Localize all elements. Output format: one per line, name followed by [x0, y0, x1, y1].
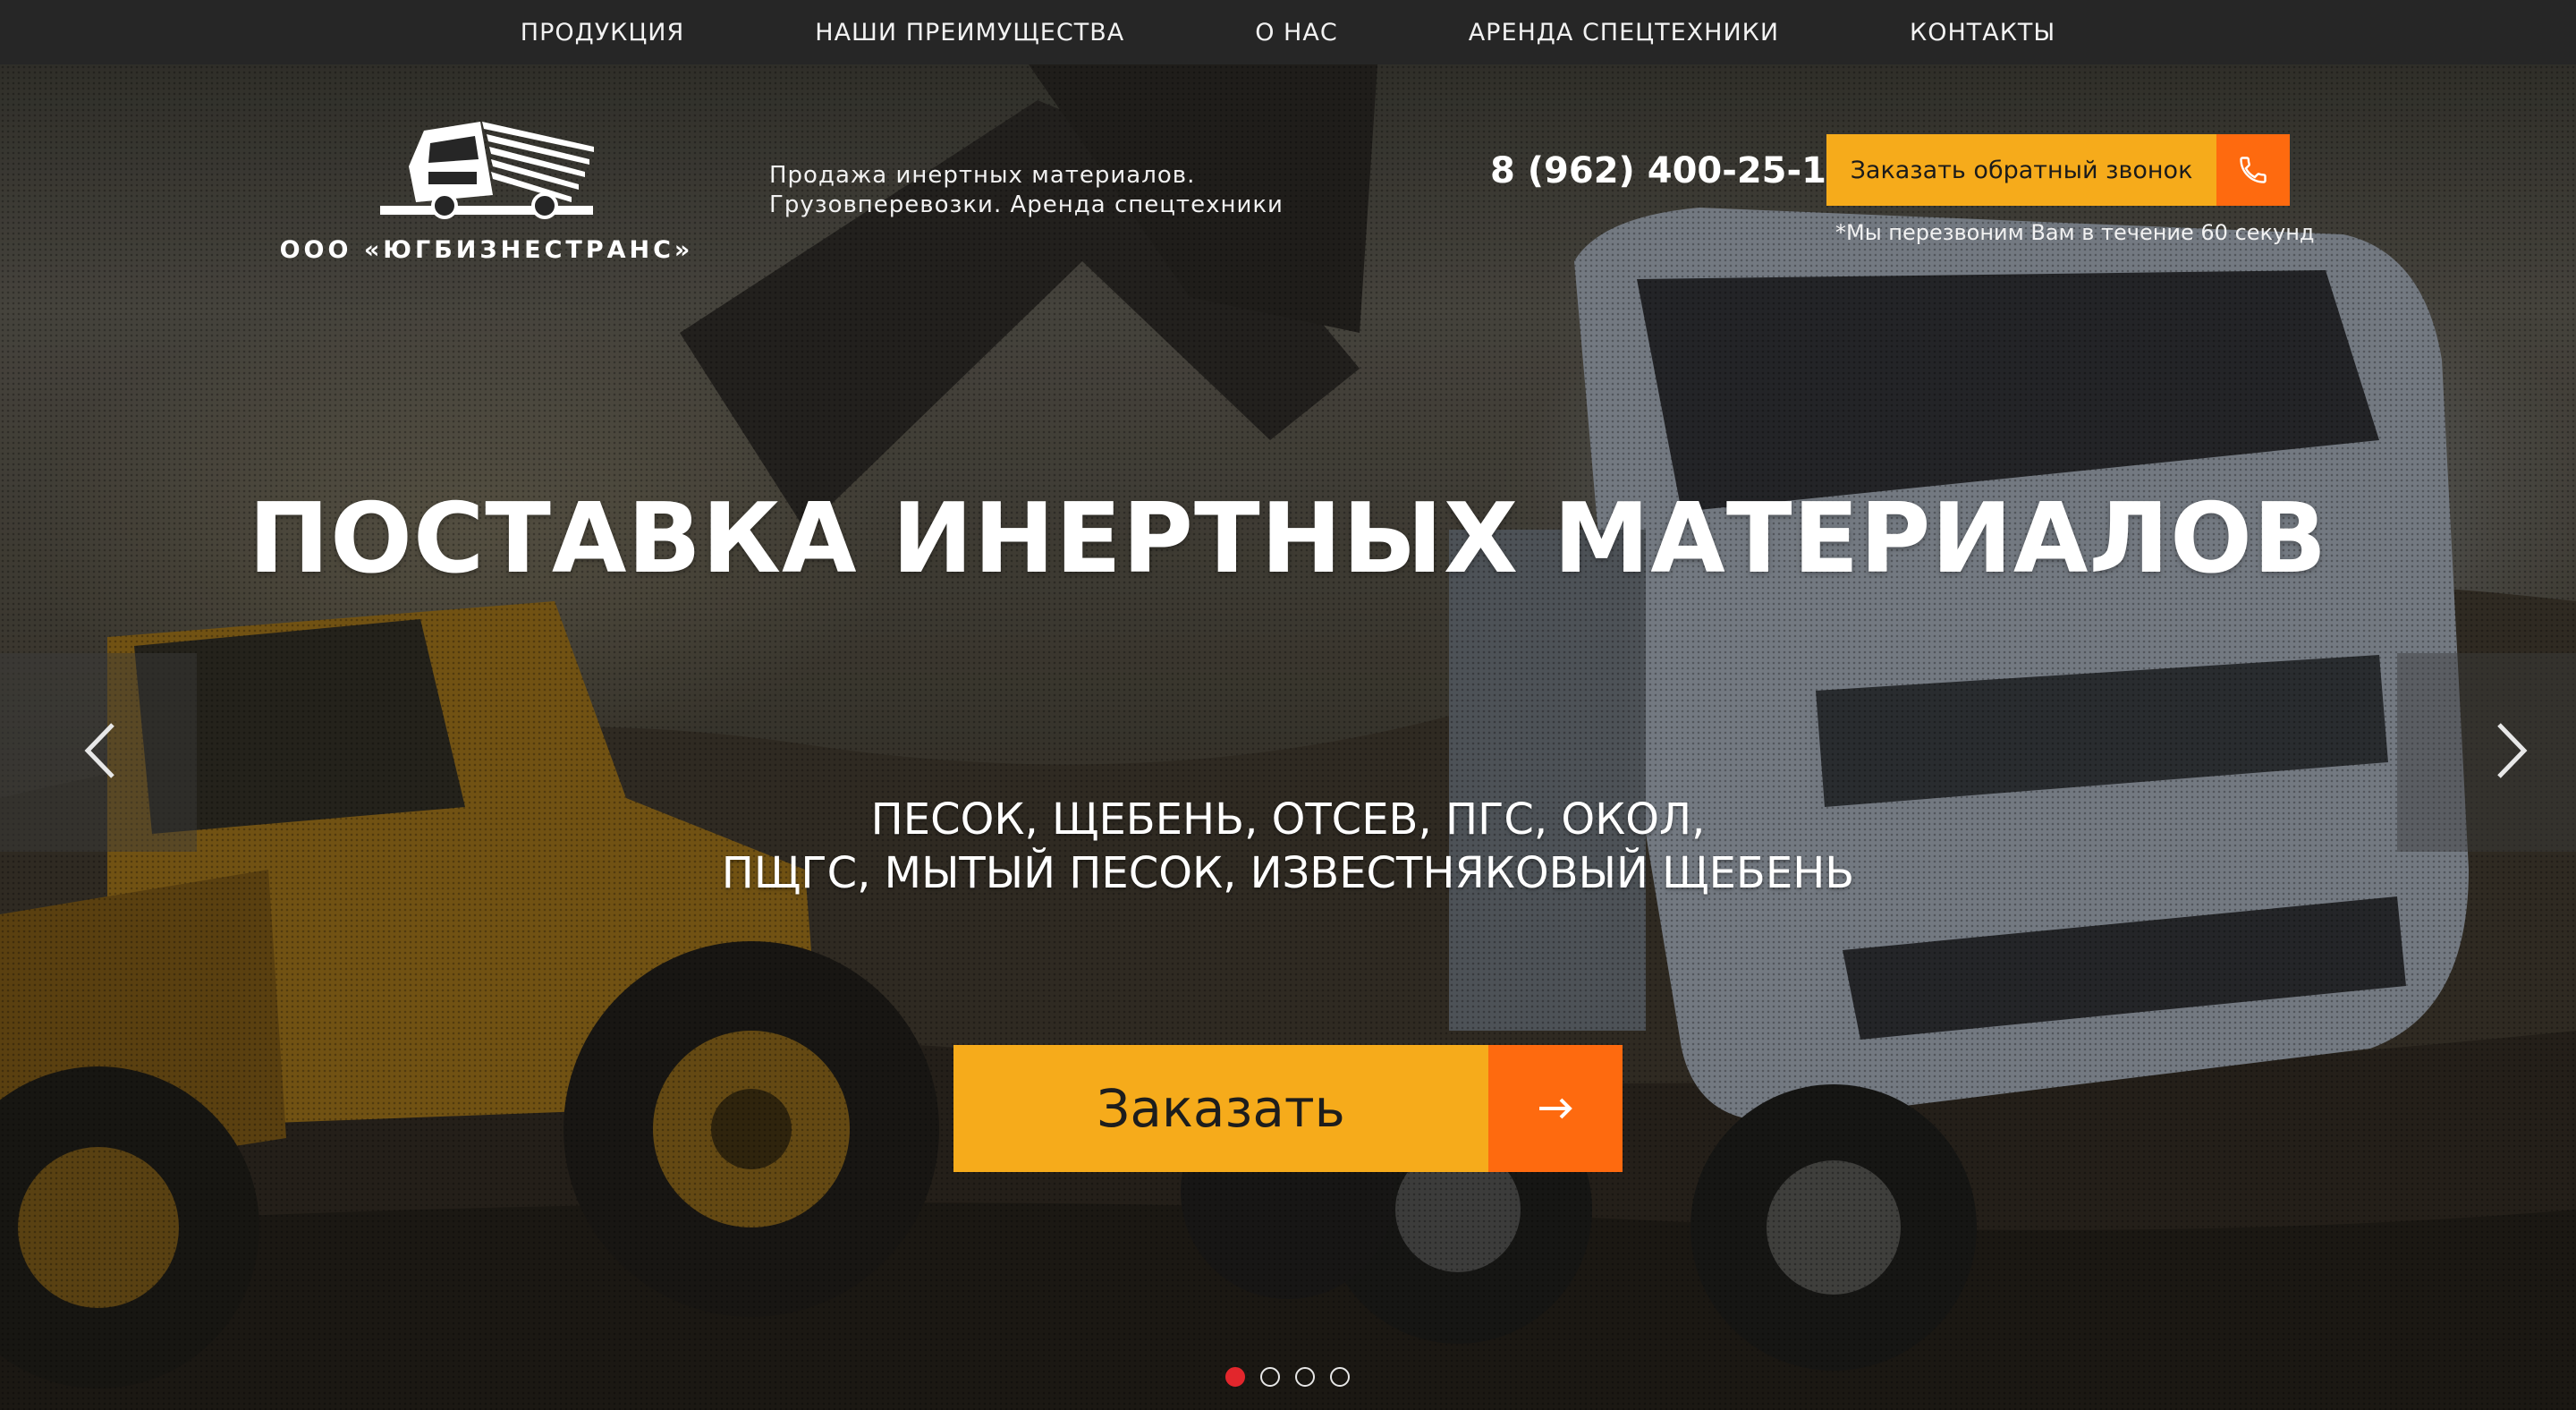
slider-dot-2[interactable]: [1260, 1367, 1280, 1387]
truck-icon: [375, 113, 598, 224]
nav-item-equipment-rental[interactable]: АРЕНДА СПЕЦТЕХНИКИ: [1469, 19, 1779, 47]
callback-note: *Мы перезвоним Вам в течение 60 секунд: [1835, 220, 2315, 245]
slider-dot-1[interactable]: [1225, 1367, 1245, 1387]
callback-button-label: Заказать обратный звонок: [1826, 134, 2216, 206]
company-logo[interactable]: ООО «ЮГБИЗНЕСТРАНС»: [280, 113, 690, 269]
nav-item-products[interactable]: ПРОДУКЦИЯ: [521, 19, 684, 47]
order-button[interactable]: Заказать: [953, 1045, 1623, 1172]
slider-pagination: [1225, 1367, 1350, 1387]
hero-products-line-1: ПЕСОК, ЩЕБЕНЬ, ОТСЕВ, ПГС, ОКОЛ,: [870, 794, 1706, 845]
hero-headline: ПОСТАВКА ИНЕРТНЫХ МАТЕРИАЛОВ: [248, 483, 2328, 595]
chevron-left-icon: [82, 721, 118, 784]
arrow-right-icon: [1488, 1045, 1623, 1172]
company-tagline: Продажа инертных материалов. Грузовперев…: [769, 161, 1284, 220]
nav-item-about[interactable]: О НАС: [1255, 19, 1337, 47]
nav-item-advantages[interactable]: НАШИ ПРЕИМУЩЕСТВА: [815, 19, 1124, 47]
chevron-right-icon: [2494, 721, 2529, 784]
order-button-label: Заказать: [953, 1045, 1488, 1172]
logo-text: ООО «ЮГБИЗНЕСТРАНС»: [279, 236, 694, 264]
phone-number[interactable]: 8 (962) 400-25-13: [1490, 150, 1852, 191]
slider-next-button[interactable]: [2397, 653, 2576, 852]
slider-dot-3[interactable]: [1295, 1367, 1315, 1387]
slider-dot-4[interactable]: [1330, 1367, 1350, 1387]
phone-icon: [2216, 134, 2290, 206]
slider-prev-button[interactable]: [0, 653, 197, 852]
nav-item-contacts[interactable]: КОНТАКТЫ: [1910, 19, 2055, 47]
hero-products-line-2: ПЩГС, МЫТЫЙ ПЕСОК, ИЗВЕСТНЯКОВЫЙ ЩЕБЕНЬ: [721, 848, 1855, 898]
callback-button[interactable]: Заказать обратный звонок: [1826, 134, 2290, 206]
tagline-line-2: Грузовперевозки. Аренда спецтехники: [769, 191, 1284, 218]
tagline-line-1: Продажа инертных материалов.: [769, 162, 1196, 189]
top-navigation: ПРОДУКЦИЯ НАШИ ПРЕИМУЩЕСТВА О НАС АРЕНДА…: [0, 0, 2576, 64]
